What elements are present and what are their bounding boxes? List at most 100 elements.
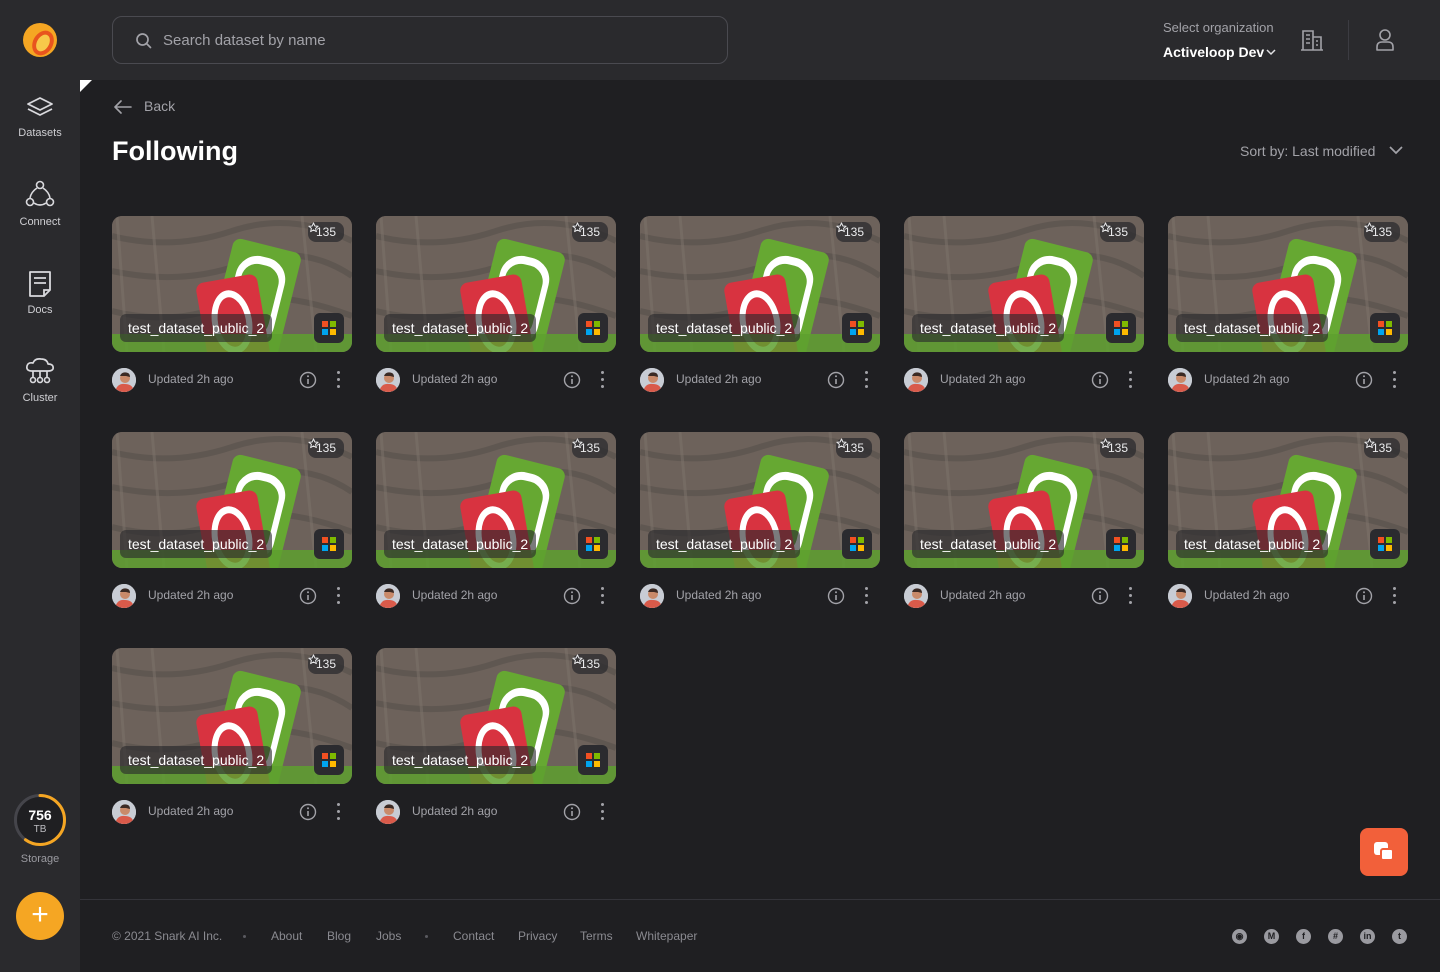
dataset-name[interactable]: test_dataset_public_2 bbox=[120, 314, 273, 342]
sidebar-item-docs[interactable]: Docs bbox=[0, 270, 80, 316]
info-icon[interactable] bbox=[299, 803, 317, 821]
dataset-thumbnail[interactable]: 135 test_dataset_public_2 bbox=[376, 432, 616, 568]
dataset-card[interactable]: 135 test_dataset_public_2 Updated 2h ago bbox=[904, 432, 1144, 622]
dataset-thumbnail[interactable]: 135 test_dataset_public_2 bbox=[1168, 216, 1408, 352]
avatar[interactable] bbox=[640, 368, 664, 392]
star-count-badge[interactable]: 135 bbox=[835, 438, 872, 458]
dataset-thumbnail[interactable]: 135 test_dataset_public_2 bbox=[112, 216, 352, 352]
star-count-badge[interactable]: 135 bbox=[307, 222, 344, 242]
dataset-thumbnail[interactable]: 135 test_dataset_public_2 bbox=[112, 648, 352, 784]
dataset-name[interactable]: test_dataset_public_2 bbox=[384, 530, 537, 558]
more-options-icon[interactable] bbox=[335, 585, 343, 607]
dataset-card[interactable]: 135 test_dataset_public_2 Updated 2h ago bbox=[1168, 432, 1408, 622]
avatar[interactable] bbox=[904, 584, 928, 608]
sidebar-item-connect[interactable]: Connect bbox=[0, 180, 80, 228]
star-count-badge[interactable]: 135 bbox=[307, 654, 344, 674]
slack-icon[interactable]: # bbox=[1328, 929, 1343, 944]
dataset-thumbnail[interactable]: 135 test_dataset_public_2 bbox=[376, 216, 616, 352]
dataset-name[interactable]: test_dataset_public_2 bbox=[1176, 314, 1329, 342]
more-options-icon[interactable] bbox=[599, 801, 607, 823]
info-icon[interactable] bbox=[563, 803, 581, 821]
dataset-thumbnail[interactable]: 135 test_dataset_public_2 bbox=[904, 432, 1144, 568]
dataset-name[interactable]: test_dataset_public_2 bbox=[120, 746, 273, 774]
chevron-down-icon[interactable] bbox=[1266, 49, 1276, 56]
footer-link-terms[interactable]: Terms bbox=[580, 929, 613, 943]
star-count-badge[interactable]: 135 bbox=[571, 438, 608, 458]
medium-icon[interactable]: M bbox=[1264, 929, 1279, 944]
dataset-name[interactable]: test_dataset_public_2 bbox=[1176, 530, 1329, 558]
linkedin-icon[interactable]: in bbox=[1360, 929, 1375, 944]
search-box[interactable] bbox=[112, 16, 728, 64]
dataset-card[interactable]: 135 test_dataset_public_2 Updated 2h ago bbox=[376, 432, 616, 622]
info-icon[interactable] bbox=[1091, 371, 1109, 389]
info-icon[interactable] bbox=[827, 587, 845, 605]
avatar[interactable] bbox=[376, 584, 400, 608]
dataset-card[interactable]: 135 test_dataset_public_2 Updated 2h ago bbox=[112, 648, 352, 838]
dataset-card[interactable]: 135 test_dataset_public_2 Updated 2h ago bbox=[112, 432, 352, 622]
star-count-badge[interactable]: 135 bbox=[1099, 438, 1136, 458]
sort-dropdown[interactable]: Sort by: Last modified bbox=[1240, 143, 1375, 159]
star-count-badge[interactable]: 135 bbox=[307, 438, 344, 458]
star-count-badge[interactable]: 135 bbox=[1363, 438, 1400, 458]
info-icon[interactable] bbox=[299, 587, 317, 605]
more-options-icon[interactable] bbox=[863, 369, 871, 391]
star-count-badge[interactable]: 135 bbox=[571, 654, 608, 674]
info-icon[interactable] bbox=[563, 587, 581, 605]
info-icon[interactable] bbox=[563, 371, 581, 389]
dataset-name[interactable]: test_dataset_public_2 bbox=[912, 530, 1065, 558]
avatar[interactable] bbox=[640, 584, 664, 608]
avatar[interactable] bbox=[904, 368, 928, 392]
dataset-name[interactable]: test_dataset_public_2 bbox=[384, 314, 537, 342]
more-options-icon[interactable] bbox=[335, 369, 343, 391]
more-options-icon[interactable] bbox=[1391, 369, 1399, 391]
dataset-card[interactable]: 135 test_dataset_public_2 Updated 2h ago bbox=[1168, 216, 1408, 406]
dataset-name[interactable]: test_dataset_public_2 bbox=[648, 530, 801, 558]
avatar[interactable] bbox=[1168, 584, 1192, 608]
footer-link-blog[interactable]: Blog bbox=[327, 929, 351, 943]
dataset-card[interactable]: 135 test_dataset_public_2 Updated 2h ago bbox=[112, 216, 352, 406]
more-options-icon[interactable] bbox=[1127, 585, 1135, 607]
more-options-icon[interactable] bbox=[599, 585, 607, 607]
info-icon[interactable] bbox=[1355, 371, 1373, 389]
footer-link-privacy[interactable]: Privacy bbox=[518, 929, 557, 943]
storage-gauge[interactable]: 756 TB bbox=[13, 793, 67, 847]
footer-link-jobs[interactable]: Jobs bbox=[376, 929, 401, 943]
org-select[interactable]: Activeloop Dev bbox=[1163, 44, 1264, 60]
github-icon[interactable]: ◉ bbox=[1232, 929, 1247, 944]
dataset-thumbnail[interactable]: 135 test_dataset_public_2 bbox=[904, 216, 1144, 352]
sidebar-item-datasets[interactable]: Datasets bbox=[0, 95, 80, 139]
activeloop-logo[interactable] bbox=[23, 23, 57, 57]
twitter-icon[interactable]: t bbox=[1392, 929, 1407, 944]
dataset-thumbnail[interactable]: 135 test_dataset_public_2 bbox=[640, 432, 880, 568]
avatar[interactable] bbox=[376, 368, 400, 392]
dataset-card[interactable]: 135 test_dataset_public_2 Updated 2h ago bbox=[376, 648, 616, 838]
more-options-icon[interactable] bbox=[1391, 585, 1399, 607]
dataset-card[interactable]: 135 test_dataset_public_2 Updated 2h ago bbox=[640, 432, 880, 622]
dataset-thumbnail[interactable]: 135 test_dataset_public_2 bbox=[640, 216, 880, 352]
avatar[interactable] bbox=[1168, 368, 1192, 392]
add-button[interactable]: + bbox=[16, 892, 64, 940]
footer-link-contact[interactable]: Contact bbox=[453, 929, 494, 943]
dataset-name[interactable]: test_dataset_public_2 bbox=[120, 530, 273, 558]
more-options-icon[interactable] bbox=[335, 801, 343, 823]
dataset-name[interactable]: test_dataset_public_2 bbox=[912, 314, 1065, 342]
dataset-name[interactable]: test_dataset_public_2 bbox=[384, 746, 537, 774]
avatar[interactable] bbox=[112, 584, 136, 608]
star-count-badge[interactable]: 135 bbox=[1363, 222, 1400, 242]
info-icon[interactable] bbox=[299, 371, 317, 389]
dataset-card[interactable]: 135 test_dataset_public_2 Updated 2h ago bbox=[904, 216, 1144, 406]
more-options-icon[interactable] bbox=[863, 585, 871, 607]
dataset-thumbnail[interactable]: 135 test_dataset_public_2 bbox=[112, 432, 352, 568]
sidebar-item-cluster[interactable]: Cluster bbox=[0, 356, 80, 404]
avatar[interactable] bbox=[376, 800, 400, 824]
avatar[interactable] bbox=[112, 800, 136, 824]
chat-button[interactable] bbox=[1360, 828, 1408, 876]
dataset-card[interactable]: 135 test_dataset_public_2 Updated 2h ago bbox=[640, 216, 880, 406]
more-options-icon[interactable] bbox=[599, 369, 607, 391]
dataset-thumbnail[interactable]: 135 test_dataset_public_2 bbox=[1168, 432, 1408, 568]
more-options-icon[interactable] bbox=[1127, 369, 1135, 391]
facebook-icon[interactable]: f bbox=[1296, 929, 1311, 944]
user-icon[interactable] bbox=[1374, 28, 1396, 52]
star-count-badge[interactable]: 135 bbox=[835, 222, 872, 242]
dataset-name[interactable]: test_dataset_public_2 bbox=[648, 314, 801, 342]
